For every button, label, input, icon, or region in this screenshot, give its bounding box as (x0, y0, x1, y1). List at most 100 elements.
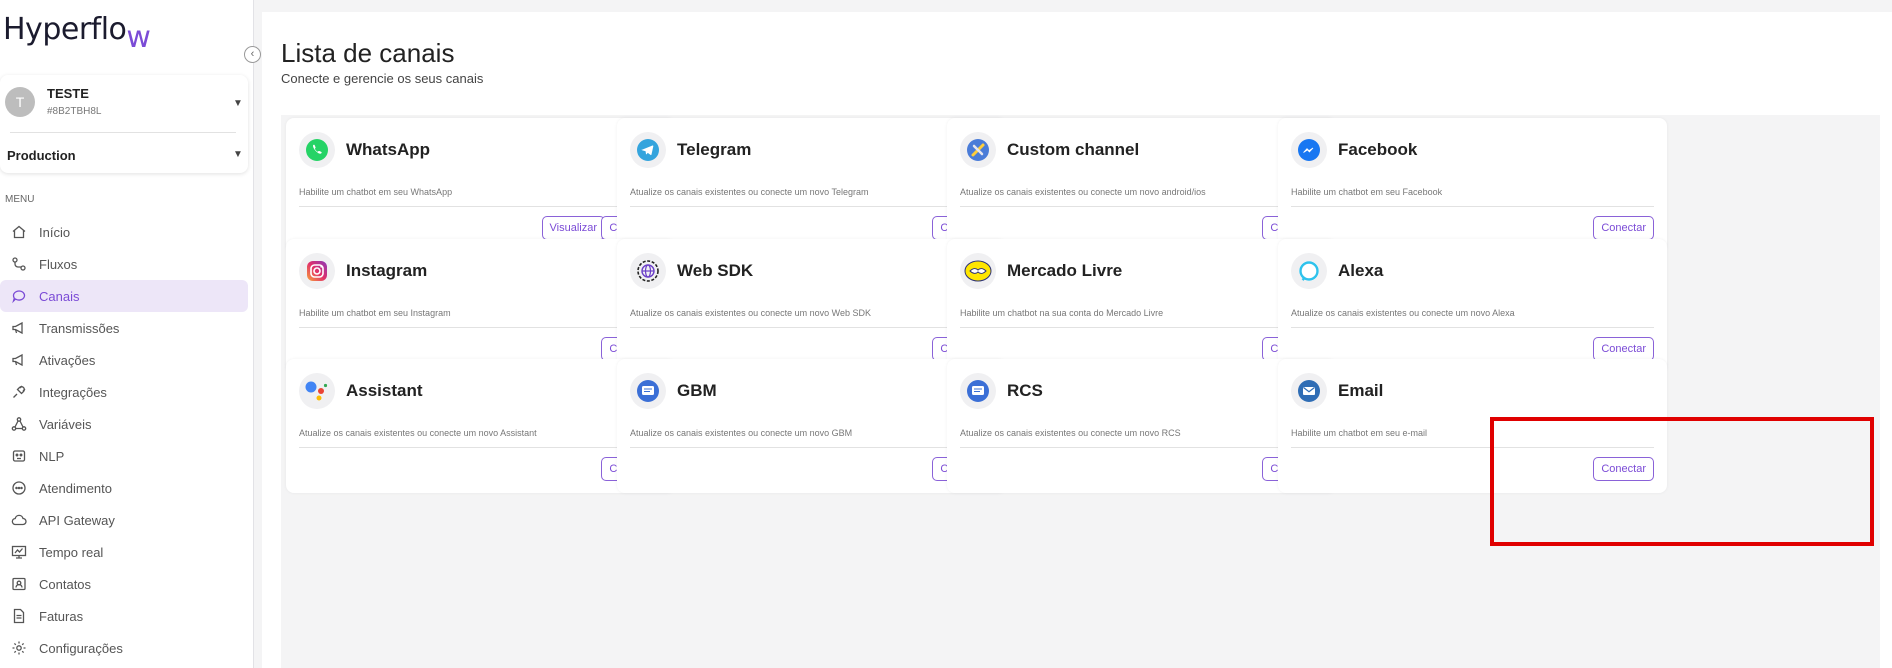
channel-description: Habilite um chatbot em seu e-mail (1291, 428, 1428, 438)
flow-icon (10, 255, 28, 273)
sidebar-item-api-gateway[interactable]: API Gateway (0, 504, 248, 536)
channel-grid: WhatsApp1Habilite um chatbot em seu What… (281, 115, 1880, 668)
rcs-icon (960, 373, 996, 409)
channel-card-email: Email Habilite um chatbot em seu e-mail Co… (1278, 359, 1667, 493)
channel-description: Atualize os canais existentes ou conecte… (630, 308, 871, 318)
monitor-chart-icon (10, 543, 28, 561)
sidebar-item-nlp[interactable]: NLP (0, 440, 248, 472)
sidebar-item-ativacoes[interactable]: Ativações (0, 344, 248, 376)
sidebar-item-tempo-real[interactable]: Tempo real (0, 536, 248, 568)
sidebar-item-atendimento[interactable]: Atendimento (0, 472, 248, 504)
alexa-icon (1291, 253, 1327, 289)
megaphone-icon (10, 351, 28, 369)
sidebar-item-label: Configurações (39, 640, 123, 656)
divider (960, 327, 1323, 328)
channel-title: Email (1338, 381, 1384, 400)
sidebar-item-configuracoes[interactable]: Configurações (0, 632, 248, 664)
channel-description: Habilite um chatbot na sua conta do Merc… (960, 308, 1164, 318)
gear-icon (10, 639, 28, 657)
channel-title: Web SDK (677, 261, 754, 280)
instagram-icon (299, 253, 335, 289)
channel-description: Atualize os canais existentes ou conecte… (960, 187, 1206, 197)
divider (1291, 206, 1654, 207)
divider (299, 327, 662, 328)
channel-title: Custom channel (1007, 140, 1140, 159)
sidebar-item-integracoes[interactable]: Integrações (0, 376, 248, 408)
email-icon (1291, 373, 1327, 409)
divider (1291, 327, 1654, 328)
sidebar-item-canais[interactable]: Canais (0, 280, 248, 312)
sidebar-item-label: NLP (39, 448, 65, 464)
sidebar-item-transmissoes[interactable]: Transmissões (0, 312, 248, 344)
divider (630, 327, 993, 328)
channel-title: WhatsApp (346, 140, 431, 159)
channel-title: GBM (677, 381, 717, 400)
sidebar-item-label: Contatos (39, 576, 92, 592)
divider (10, 132, 236, 133)
contact-card-icon (10, 575, 28, 593)
channel-description: Atualize os canais existentes ou conecte… (1291, 308, 1515, 318)
google-assistant-icon (299, 373, 335, 409)
collapse-sidebar-icon[interactable]: ‹ (244, 46, 261, 63)
sidebar-item-fluxos[interactable]: Fluxos (0, 248, 248, 280)
sidebar-item-label: Fluxos (39, 256, 78, 272)
caret-down-icon[interactable]: ▼ (233, 149, 243, 160)
sidebar-menu: Início Fluxos Canais Transmissões Ativações I… (0, 216, 248, 664)
logo-tail: w (126, 20, 151, 55)
sidebar-item-label: Ativações (39, 352, 96, 368)
sidebar: Hyperflow T TESTE #8B2TBH8L ▼ Production… (0, 0, 254, 668)
divider (960, 206, 1323, 207)
logo-text: Hyperflo (3, 12, 127, 47)
divider (960, 447, 1323, 448)
cloud-icon (10, 511, 28, 529)
sidebar-item-contatos[interactable]: Contatos (0, 568, 248, 600)
sidebar-item-label: Transmissões (39, 320, 120, 336)
connect-alexa-button[interactable]: Conectar (1593, 337, 1654, 361)
channel-title: Assistant (346, 381, 423, 400)
channel-title: Telegram (677, 140, 752, 159)
connect-facebook-button[interactable]: Conectar (1593, 216, 1654, 240)
sidebar-item-label: Atendimento (39, 480, 112, 496)
channel-title: Instagram (346, 261, 428, 280)
channel-title: RCS (1007, 381, 1043, 400)
page-title: Lista de canais (281, 38, 455, 68)
sidebar-item-label: API Gateway (39, 512, 115, 528)
page-subtitle: Conecte e gerencie os seus canais (281, 71, 484, 86)
account-name: TESTE (47, 86, 89, 101)
whatsapp-icon (299, 132, 335, 168)
environment-selector[interactable]: Production (7, 148, 76, 163)
mercado-livre-icon (960, 253, 996, 289)
telegram-icon (630, 132, 666, 168)
account-id: #8B2TBH8L (47, 106, 102, 117)
channel-title: Mercado Livre (1007, 261, 1123, 280)
sidebar-item-inicio[interactable]: Início (0, 216, 248, 248)
divider (630, 447, 993, 448)
invoice-icon (10, 607, 28, 625)
messenger-icon (1291, 132, 1327, 168)
channel-description: Atualize os canais existentes ou conecte… (630, 187, 869, 197)
sidebar-item-label: Integrações (39, 384, 107, 400)
channel-card-alexa: Alexa Atualize os canais existentes ou co… (1278, 239, 1667, 373)
channel-description: Atualize os canais existentes ou conecte… (630, 428, 853, 438)
channel-title: Facebook (1338, 140, 1418, 159)
channel-description: Habilite um chatbot em seu WhatsApp (299, 187, 453, 197)
account-selector[interactable]: T TESTE #8B2TBH8L ▼ Production ▼ (0, 75, 248, 173)
avatar: T (5, 87, 35, 117)
nodes-icon (10, 415, 28, 433)
channel-description: Habilite um chatbot em seu Instagram (299, 308, 451, 318)
channel-card-facebook: Facebook Habilite um chatbot em seu Faceb… (1278, 118, 1667, 252)
channel-description: Atualize os canais existentes ou conecte… (299, 428, 537, 438)
sidebar-item-label: Canais (39, 288, 80, 304)
globe-gear-icon (630, 253, 666, 289)
view-button[interactable]: Visualizar (541, 216, 605, 240)
divider (299, 447, 662, 448)
sidebar-item-variaveis[interactable]: Variáveis (0, 408, 248, 440)
divider (630, 206, 993, 207)
sidebar-item-label: Tempo real (39, 544, 104, 560)
sidebar-item-faturas[interactable]: Faturas (0, 600, 248, 632)
connect-email-button[interactable]: Conectar (1593, 457, 1654, 481)
robot-icon (10, 447, 28, 465)
sidebar-item-label: Faturas (39, 608, 84, 624)
caret-down-icon[interactable]: ▼ (233, 98, 243, 109)
home-icon (10, 223, 28, 241)
